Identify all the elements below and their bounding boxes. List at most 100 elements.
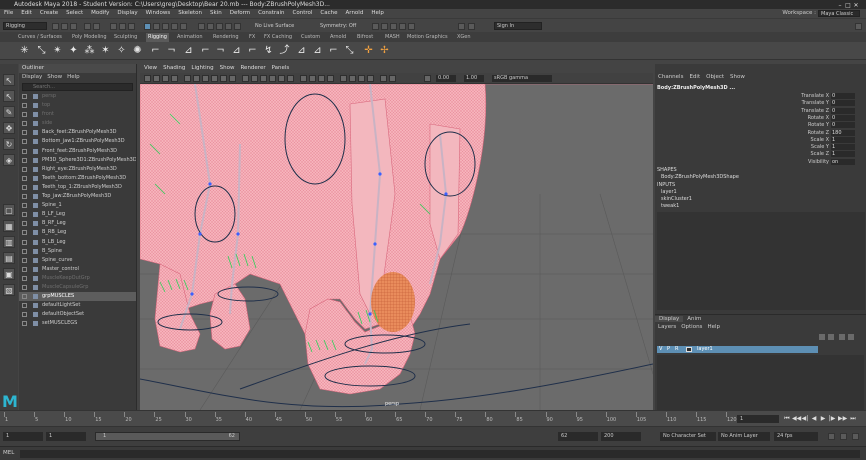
shelf-tab-motion-graphics[interactable]: Motion Graphics — [407, 33, 448, 42]
menu-constrain[interactable]: Constrain — [254, 9, 288, 18]
shadows-icon[interactable] — [287, 75, 294, 82]
step-forward-frame-button[interactable]: |▶ — [828, 415, 836, 423]
expand-toggle-icon[interactable] — [22, 257, 27, 263]
expand-toggle-icon[interactable] — [22, 203, 27, 209]
film-gate-icon[interactable] — [193, 75, 200, 82]
snap-grid-icon[interactable] — [198, 23, 205, 30]
lasso-tool-icon[interactable]: ↖ — [3, 90, 15, 102]
menu-edit[interactable]: Edit — [17, 9, 36, 18]
outliner-layout-icon[interactable]: ▤ — [3, 252, 15, 264]
attribute-name[interactable]: Scale X — [811, 137, 829, 144]
layer-reference-toggle[interactable]: R — [675, 346, 678, 353]
outliner-row[interactable]: PM3D_Sphere3D1:ZBrushPolyMesh3D — [19, 156, 136, 165]
shape-node-name[interactable]: Body:ZBrushPolyMesh3DShape — [661, 174, 739, 180]
shelf-tab-rigging[interactable]: Rigging — [146, 33, 169, 42]
character-set-dropdown[interactable]: No Character Set — [660, 432, 716, 441]
cb-menu-edit[interactable]: Edit — [689, 74, 700, 80]
menu-set-dropdown[interactable]: Rigging — [3, 22, 47, 30]
color-management-icon[interactable] — [424, 75, 431, 82]
minimize-button[interactable]: – — [836, 2, 844, 9]
attribute-row[interactable]: Translate Z0 — [755, 107, 855, 115]
rotate-tool-icon[interactable]: ↻ — [3, 138, 15, 150]
input-layer1[interactable]: layer1 — [661, 189, 677, 195]
depth-of-field-icon[interactable] — [327, 75, 334, 82]
viewport-panel[interactable]: View Shading Lighting Show Renderer Panels 0.… — [140, 64, 653, 410]
attribute-name[interactable]: Rotate Z — [808, 130, 829, 137]
expand-toggle-icon[interactable] — [22, 175, 27, 181]
outliner-menu-display[interactable]: Display — [22, 74, 42, 80]
outliner-row[interactable]: side — [19, 119, 136, 128]
attribute-row[interactable]: Rotate Z 180 — [755, 129, 855, 137]
current-frame-field[interactable]: 1 — [737, 415, 779, 423]
outliner-row[interactable]: defaultLightSet — [19, 301, 136, 310]
viewport-menu-renderer[interactable]: Renderer — [240, 65, 265, 71]
pick-mask-icon[interactable] — [144, 23, 151, 30]
shelf-tab-mash[interactable]: MASH — [385, 33, 400, 42]
preferences-icon[interactable] — [840, 433, 847, 440]
expand-toggle-icon[interactable] — [22, 112, 27, 118]
expand-toggle-icon[interactable] — [22, 212, 27, 218]
smooth-bind-icon[interactable]: ⌐ — [150, 45, 161, 56]
attribute-name[interactable]: Rotate Y — [808, 122, 829, 129]
step-forward-key-button[interactable]: ▶▶ — [838, 415, 847, 423]
command-input[interactable] — [20, 450, 860, 458]
outliner-row[interactable]: Top_jaw:ZBrushPolyMesh3D — [19, 192, 136, 201]
layer-menu-help[interactable]: Help — [707, 324, 720, 330]
outliner-row[interactable]: Teeth_top_1:ZBrushPolyMesh3D — [19, 183, 136, 192]
outliner-row[interactable]: Right_eye:ZBrushPolyMesh3D — [19, 165, 136, 174]
wire-icon[interactable]: ¬ — [215, 45, 226, 56]
menu-create[interactable]: Create — [36, 9, 62, 18]
mask-handles-icon[interactable] — [153, 23, 160, 30]
attribute-row[interactable]: Rotate Y0 — [755, 122, 855, 129]
auto-key-icon[interactable] — [828, 433, 835, 440]
attribute-row[interactable]: Scale Z1 — [755, 151, 855, 158]
outliner-row[interactable]: defaultObjectSet — [19, 310, 136, 319]
menu-select[interactable]: Select — [62, 9, 87, 18]
attribute-value-field[interactable]: 1 — [831, 151, 855, 158]
safe-action-icon[interactable] — [229, 75, 236, 82]
attribute-value-field[interactable]: 1 — [831, 144, 855, 151]
shelf-tab-xgen[interactable]: XGen — [457, 33, 471, 42]
layer-name[interactable]: layer1 — [697, 346, 713, 353]
tab-anim-layers[interactable]: Anim — [683, 316, 705, 322]
scale-tool-icon[interactable]: ◈ — [3, 154, 15, 166]
layer-menu-layers[interactable]: Layers — [658, 324, 676, 330]
shelf-tab-rendering[interactable]: Rendering — [213, 33, 239, 42]
viewport-menu-show[interactable]: Show — [220, 65, 235, 71]
expand-toggle-icon[interactable] — [22, 294, 27, 300]
smooth-shade-icon[interactable] — [251, 75, 258, 82]
shelf-tab-animation[interactable]: Animation — [177, 33, 203, 42]
render-frame-icon[interactable] — [381, 23, 388, 30]
open-scene-icon[interactable] — [61, 23, 68, 30]
script-language-label[interactable]: MEL — [3, 450, 14, 456]
new-layer-selected-icon[interactable] — [848, 334, 854, 340]
graph-layout-icon[interactable]: ▣ — [3, 268, 15, 280]
workspace-dropdown[interactable]: Maya Classic — [818, 10, 860, 17]
scene-view[interactable] — [140, 84, 653, 410]
select-component-icon[interactable] — [128, 23, 135, 30]
motion-blur-icon[interactable] — [309, 75, 316, 82]
menu-display[interactable]: Display — [113, 9, 141, 18]
shelf-tab-curves-surfaces[interactable]: Curves / Surfaces — [18, 33, 62, 42]
lattice-icon[interactable]: ⌐ — [200, 45, 211, 56]
snap-view-plane-icon[interactable] — [225, 23, 232, 30]
tab-display-layers[interactable]: Display — [655, 316, 684, 322]
input-tweak[interactable]: tweak1 — [661, 203, 679, 209]
locator-icon[interactable]: ✛ — [363, 45, 374, 56]
expand-toggle-icon[interactable] — [22, 221, 27, 227]
toggle-sidebar-icon[interactable] — [855, 23, 862, 30]
attribute-value-field[interactable]: on — [831, 158, 855, 165]
cb-menu-show[interactable]: Show — [730, 74, 745, 80]
viewport-menu-view[interactable]: View — [144, 65, 157, 71]
symmetry-label[interactable]: Symmetry: Off — [320, 23, 356, 30]
attribute-row[interactable]: Visibility on — [755, 158, 855, 166]
layer-menu-options[interactable]: Options — [681, 324, 702, 330]
shelf-tab-bifrost[interactable]: Bifrost — [357, 33, 373, 42]
exposure-field[interactable]: 0.00 — [436, 75, 456, 82]
layer-row[interactable]: V P R layer1 — [657, 346, 818, 353]
shelf-tab-custom[interactable]: Custom — [301, 33, 320, 42]
undo-icon[interactable] — [84, 23, 91, 30]
gamma-icon[interactable] — [389, 75, 396, 82]
gamma-field[interactable]: 1.00 — [464, 75, 484, 82]
animation-start-field[interactable]: 1 — [3, 432, 43, 441]
